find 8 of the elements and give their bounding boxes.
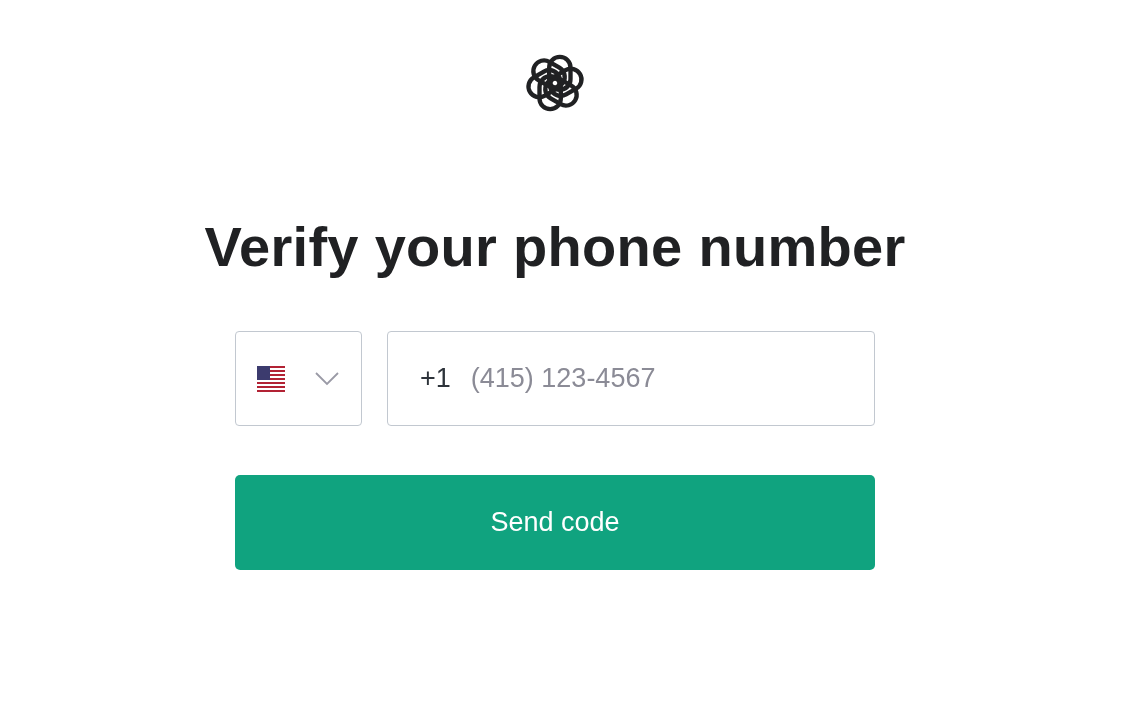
page-heading: Verify your phone number xyxy=(204,214,906,279)
flag-icon xyxy=(257,363,285,394)
phone-field[interactable]: +1 (415) 123-4567 xyxy=(387,331,875,426)
chevron-down-icon xyxy=(315,371,339,386)
phone-input[interactable]: (415) 123-4567 xyxy=(468,362,854,395)
country-code: +1 xyxy=(420,363,451,394)
country-select[interactable] xyxy=(235,331,362,426)
logo-icon xyxy=(524,52,586,114)
